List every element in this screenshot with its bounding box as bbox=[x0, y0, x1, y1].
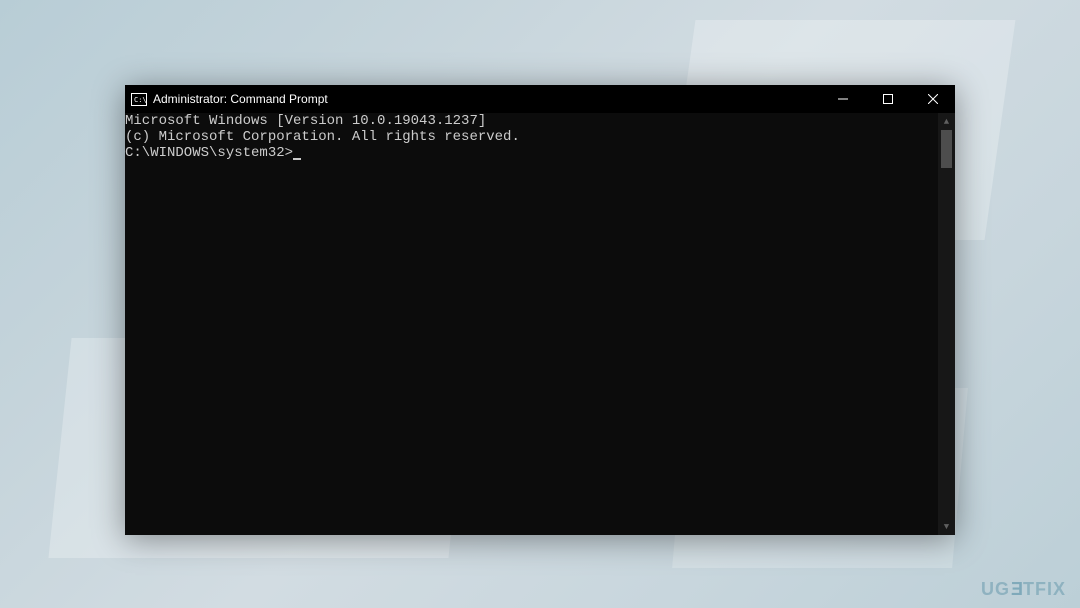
titlebar[interactable]: C:\ Administrator: Command Prompt bbox=[125, 85, 955, 113]
cmd-icon: C:\ bbox=[131, 92, 147, 106]
scroll-up-arrow-icon[interactable]: ▲ bbox=[938, 113, 955, 130]
minimize-button[interactable] bbox=[820, 85, 865, 113]
cursor bbox=[293, 158, 301, 160]
watermark-text-suffix: TFIX bbox=[1023, 579, 1066, 599]
close-button[interactable] bbox=[910, 85, 955, 113]
vertical-scrollbar[interactable]: ▲ ▼ bbox=[938, 113, 955, 535]
terminal-prompt-line: C:\WINDOWS\system32> bbox=[125, 145, 937, 161]
window-title: Administrator: Command Prompt bbox=[153, 92, 820, 106]
maximize-button[interactable] bbox=[865, 85, 910, 113]
scrollbar-thumb[interactable] bbox=[941, 130, 952, 168]
svg-text:C:\: C:\ bbox=[134, 96, 147, 104]
prompt-text: C:\WINDOWS\system32> bbox=[125, 145, 293, 161]
terminal-body[interactable]: Microsoft Windows [Version 10.0.19043.12… bbox=[125, 113, 955, 535]
scroll-down-arrow-icon[interactable]: ▼ bbox=[938, 518, 955, 535]
terminal-line: (c) Microsoft Corporation. All rights re… bbox=[125, 129, 937, 145]
watermark-text-special: E bbox=[1010, 579, 1023, 600]
window-controls bbox=[820, 85, 955, 113]
watermark-logo: UGETFIX bbox=[981, 579, 1066, 600]
watermark-text-prefix: UG bbox=[981, 579, 1010, 599]
terminal-line: Microsoft Windows [Version 10.0.19043.12… bbox=[125, 113, 937, 129]
command-prompt-window: C:\ Administrator: Command Prompt Micros… bbox=[125, 85, 955, 535]
terminal-output: Microsoft Windows [Version 10.0.19043.12… bbox=[125, 113, 937, 161]
scrollbar-track[interactable] bbox=[938, 130, 955, 518]
